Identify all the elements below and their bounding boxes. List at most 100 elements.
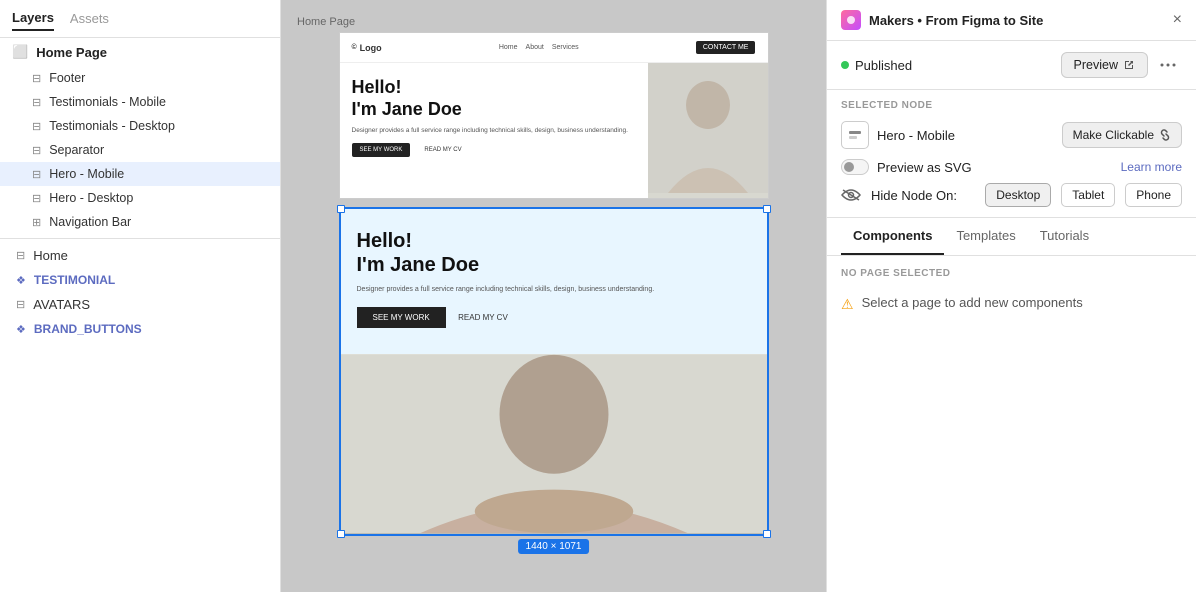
section-icon: ⊟ (32, 168, 41, 181)
layer-item-hero-desktop[interactable]: ⊟ Hero - Desktop (0, 186, 280, 210)
frame-read-cv-btn: READ MY CV (416, 143, 469, 157)
mobile-hero-desc: Designer provides a full service range i… (357, 285, 751, 295)
published-dot (841, 61, 849, 69)
more-options-button[interactable] (1154, 51, 1182, 79)
close-button[interactable]: × (1173, 11, 1182, 29)
platform-tablet-btn[interactable]: Tablet (1061, 183, 1115, 207)
tab-assets[interactable]: Assets (70, 7, 109, 30)
layer-item-navigation-bar[interactable]: ⊞ Navigation Bar (0, 210, 280, 234)
section-icon: ⊟ (32, 96, 41, 109)
right-panel: Makers • From Figma to Site × Published … (826, 0, 1196, 592)
top-frame[interactable]: © Logo Home About Services CONTACT ME He… (339, 32, 769, 199)
frame-hero-title: Hello! I'm Jane Doe (352, 77, 636, 120)
frame-hero: Hello! I'm Jane Doe Designer provides a … (340, 63, 768, 198)
layer-item-separator[interactable]: ⊟ Separator (0, 138, 280, 162)
canvas-page-label: Home Page (297, 16, 355, 28)
tab-tutorials[interactable]: Tutorials (1028, 218, 1101, 255)
external-link-icon (1123, 59, 1135, 71)
resize-handle-tl[interactable] (337, 205, 345, 213)
layer-group-brand-buttons[interactable]: ❖ BRAND_BUTTONS (0, 317, 280, 341)
warning-icon: ⚠ (841, 296, 854, 313)
mobile-hero-title: Hello! I'm Jane Doe (357, 229, 751, 277)
node-icon (841, 121, 869, 149)
frame-size-label: 1440 × 1071 (518, 539, 590, 554)
published-badge: Published (841, 58, 912, 73)
panel-header: Layers Assets (0, 0, 280, 38)
platform-desktop-btn[interactable]: Desktop (985, 183, 1051, 207)
frame-hero-image (648, 63, 768, 198)
tab-templates[interactable]: Templates (944, 218, 1027, 255)
make-clickable-label: Make Clickable (1073, 128, 1154, 142)
canvas[interactable]: Home Page © Logo Home About Services CON… (281, 0, 826, 592)
layer-list: ⬜ Home Page ⊟ Footer ⊟ Testimonials - Mo… (0, 38, 280, 592)
frame-hero-desc: Designer provides a full service range i… (352, 126, 636, 135)
node-info: Hero - Mobile (841, 121, 955, 149)
layer-label: Home Page (36, 45, 107, 60)
tab-layers[interactable]: Layers (12, 6, 54, 31)
layer-item-hero-mobile[interactable]: ⊟ Hero - Mobile (0, 162, 280, 186)
layer-item-home-page[interactable]: ⬜ Home Page (0, 38, 280, 66)
resize-handle-tr[interactable] (763, 205, 771, 213)
mobile-hero-image (341, 354, 767, 534)
hide-icon (841, 188, 861, 202)
frame-hero-text: Hello! I'm Jane Doe Designer provides a … (340, 63, 648, 198)
plugin-title: Makers • From Figma to Site (869, 13, 1043, 28)
no-page-section: NO PAGE SELECTED ⚠ Select a page to add … (827, 256, 1196, 325)
hide-node-row: Hide Node On: Desktop Tablet Phone (841, 183, 1182, 207)
svg-toggle[interactable] (841, 159, 869, 175)
layer-label: Hero - Mobile (49, 167, 124, 181)
section-icon: ⊟ (32, 72, 41, 85)
section-icon: ⊟ (32, 144, 41, 157)
layer-label: Separator (49, 143, 104, 157)
layer-item-footer[interactable]: ⊟ Footer (0, 66, 280, 90)
layer-label: TESTIMONIAL (34, 273, 115, 287)
learn-more-link[interactable]: Learn more (1121, 160, 1182, 174)
frame-icon: ⬜ (12, 44, 28, 60)
selected-node-section: SELECTED NODE Hero - Mobile Make Clickab… (827, 90, 1196, 218)
section-icon: ⊟ (16, 298, 25, 311)
bottom-tabs: Components Templates Tutorials (827, 218, 1196, 256)
layer-group-testimonial[interactable]: ❖ TESTIMONIAL (0, 268, 280, 292)
frame-see-work-btn: SEE MY WORK (352, 143, 411, 157)
plugin-icon (841, 10, 861, 30)
section-icon: ⊟ (32, 120, 41, 133)
resize-handle-br[interactable] (763, 530, 771, 538)
layer-label: AVATARS (33, 297, 90, 312)
preview-label: Preview (1074, 58, 1118, 72)
frame-contact-btn: CONTACT ME (696, 41, 756, 54)
plugin-header: Makers • From Figma to Site × (827, 0, 1196, 41)
group-icon: ⊟ (16, 249, 25, 262)
selected-node-label: SELECTED NODE (841, 100, 1182, 111)
hide-node-label: Hide Node On: (871, 188, 975, 203)
frame-hero-buttons: SEE MY WORK READ MY CV (352, 143, 636, 157)
mobile-see-work-btn: SEE MY WORK (357, 307, 446, 328)
frame-nav-links: Home About Services (499, 44, 579, 51)
plugin-title-row: Makers • From Figma to Site (841, 10, 1043, 30)
no-page-label: NO PAGE SELECTED (841, 268, 1182, 279)
frame-nav-bar: © Logo Home About Services CONTACT ME (340, 33, 768, 63)
tab-components[interactable]: Components (841, 218, 944, 255)
select-page-info: ⚠ Select a page to add new components (841, 295, 1182, 313)
svg-label: Preview as SVG (877, 160, 972, 175)
layer-group-home[interactable]: ⊟ Home (0, 243, 280, 268)
canvas-wrapper: © Logo Home About Services CONTACT ME He… (297, 32, 810, 536)
select-page-text: Select a page to add new components (862, 295, 1083, 310)
mobile-hero-buttons: SEE MY WORK READ MY CV (357, 307, 751, 334)
resize-handle-bl[interactable] (337, 530, 345, 538)
layer-label: Navigation Bar (49, 215, 131, 229)
platform-phone-btn[interactable]: Phone (1125, 183, 1182, 207)
section-icon: ⊟ (32, 192, 41, 205)
layer-item-testimonials-desktop[interactable]: ⊟ Testimonials - Desktop (0, 114, 280, 138)
preview-button[interactable]: Preview (1061, 52, 1148, 78)
layer-label: Testimonials - Mobile (49, 95, 166, 109)
layer-item-testimonials-mobile[interactable]: ⊟ Testimonials - Mobile (0, 90, 280, 114)
left-panel: Layers Assets ⬜ Home Page ⊟ Footer ⊟ Tes… (0, 0, 281, 592)
layer-group-avatars[interactable]: ⊟ AVATARS (0, 292, 280, 317)
layer-label: Testimonials - Desktop (49, 119, 175, 133)
mobile-read-cv-btn: READ MY CV (458, 307, 508, 328)
selected-mobile-frame[interactable]: Hello! I'm Jane Doe Designer provides a … (339, 207, 769, 536)
node-row: Hero - Mobile Make Clickable (841, 121, 1182, 149)
frame-logo: © Logo (352, 43, 382, 53)
make-clickable-button[interactable]: Make Clickable (1062, 122, 1182, 148)
layer-label: Home (33, 248, 68, 263)
